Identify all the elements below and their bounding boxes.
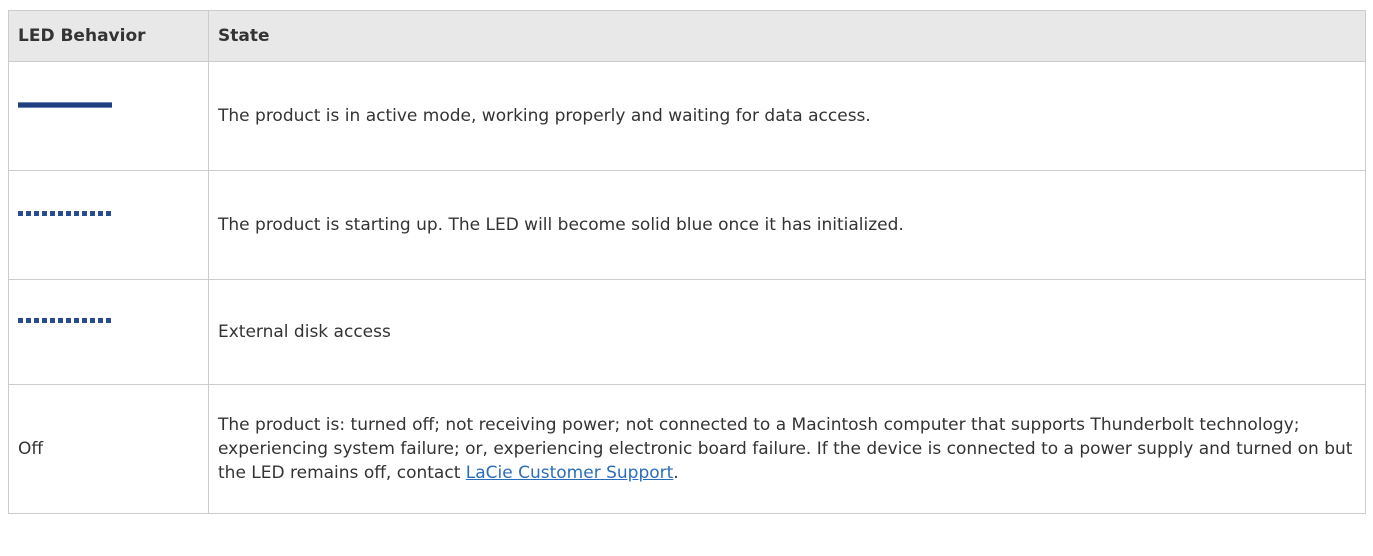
state-cell: External disk access	[208, 279, 1366, 385]
state-text-end: .	[673, 463, 679, 483]
table-row: The product is in active mode, working p…	[8, 61, 1366, 171]
blinking-blue-led-icon	[18, 318, 112, 323]
state-cell: The product is: turned off; not receivin…	[208, 384, 1366, 514]
header-led-behavior: LED Behavior	[8, 10, 209, 62]
lacie-customer-support-link[interactable]: LaCie Customer Support	[466, 463, 674, 483]
state-cell: The product is in active mode, working p…	[208, 61, 1366, 171]
behavior-cell	[8, 279, 209, 385]
solid-blue-led-icon	[18, 102, 112, 108]
state-text: External disk access	[218, 322, 391, 342]
state-text: The product is: turned off; not receivin…	[218, 415, 1353, 483]
state-cell: The product is starting up. The LED will…	[208, 170, 1366, 280]
behavior-cell	[8, 170, 209, 280]
behavior-cell	[8, 61, 209, 171]
table-row: External disk access	[8, 279, 1366, 385]
state-text: The product is in active mode, working p…	[218, 106, 871, 126]
table-row: The product is starting up. The LED will…	[8, 170, 1366, 280]
blinking-blue-led-icon	[18, 211, 112, 216]
behavior-text-off: Off	[18, 439, 44, 459]
state-text: The product is starting up. The LED will…	[218, 215, 904, 235]
behavior-cell: Off	[8, 384, 209, 514]
header-state: State	[208, 10, 1366, 62]
table-header-row: LED Behavior State	[8, 10, 1366, 62]
led-behavior-table: LED Behavior State The product is in act…	[8, 10, 1366, 514]
table-row: Off The product is: turned off; not rece…	[8, 384, 1366, 514]
